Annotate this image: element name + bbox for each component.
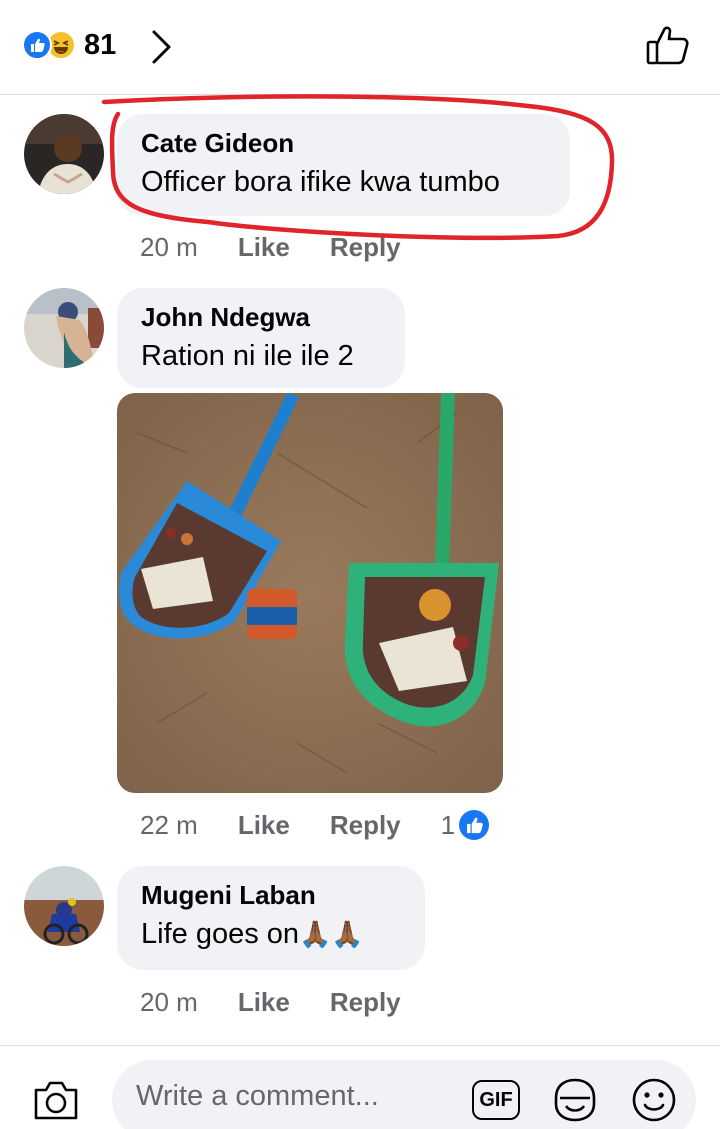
comment-text-body: Life goes on: [141, 918, 300, 950]
red-circle-annotation: [101, 94, 615, 241]
reply-link[interactable]: Reply: [330, 808, 401, 842]
chevron-right-icon[interactable]: [150, 28, 174, 71]
gif-label: GIF: [479, 1088, 513, 1111]
comment-input[interactable]: [136, 1080, 456, 1113]
sticker-icon[interactable]: [550, 1074, 600, 1129]
camera-icon[interactable]: [32, 1078, 80, 1127]
reaction-count: 81: [84, 29, 117, 61]
like-outline-icon[interactable]: [645, 24, 691, 71]
reactions-summary[interactable]: 81: [22, 30, 116, 60]
avatar[interactable]: [24, 866, 104, 946]
comment-input-container[interactable]: GIF: [112, 1060, 696, 1129]
comment-bubble[interactable]: John Ndegwa Ration ni ile ile 2: [117, 288, 405, 388]
avatar[interactable]: [24, 288, 104, 368]
emoji-icon[interactable]: [630, 1076, 678, 1129]
comment-time: 20 m: [140, 987, 198, 1017]
like-reaction-icon: [459, 810, 490, 840]
like-reaction-icon: [22, 30, 52, 60]
comment-actions: 22 m Like Reply 1: [140, 808, 490, 842]
like-link[interactable]: Like: [238, 808, 290, 842]
comment-actions: 20 m Like Reply: [140, 985, 401, 1019]
praying-hands-emoji: 🙏🏾🙏🏾: [299, 919, 364, 949]
comment-photo[interactable]: [117, 393, 503, 793]
comment-bubble[interactable]: Mugeni Laban Life goes on🙏🏾🙏🏾: [117, 866, 425, 970]
gif-button[interactable]: GIF: [472, 1080, 520, 1120]
like-link[interactable]: Like: [238, 985, 290, 1019]
reply-link[interactable]: Reply: [330, 985, 401, 1019]
comment-reaction-number: 1: [440, 810, 456, 840]
comment-composer: GIF: [0, 1045, 720, 1129]
comment-text: Life goes on🙏🏾🙏🏾: [141, 914, 401, 954]
comment-reaction-count[interactable]: 1: [440, 808, 490, 842]
comment-author[interactable]: John Ndegwa: [141, 302, 381, 332]
comment-author[interactable]: Mugeni Laban: [141, 880, 401, 910]
avatar[interactable]: [24, 114, 104, 194]
reactions-header: 81: [0, 0, 720, 95]
comment-text: Ration ni ile ile 2: [141, 340, 354, 372]
comment-time: 22 m: [140, 810, 198, 840]
